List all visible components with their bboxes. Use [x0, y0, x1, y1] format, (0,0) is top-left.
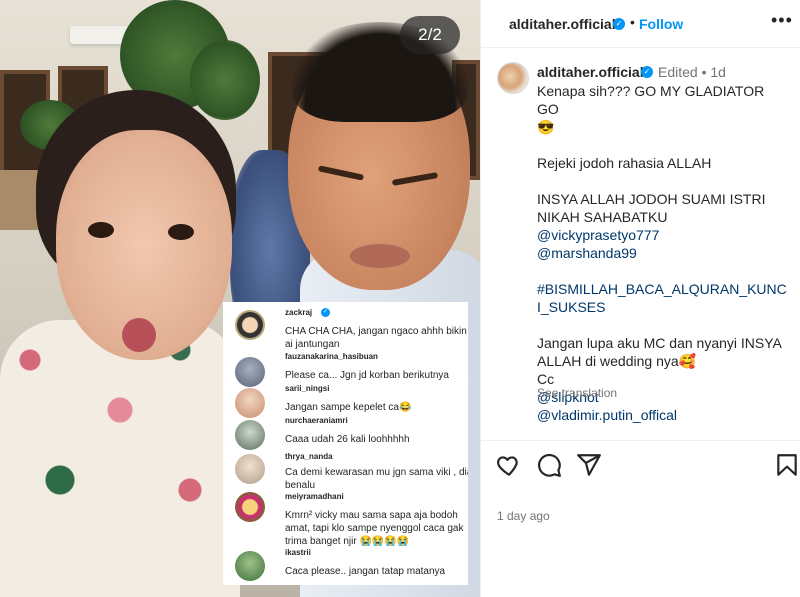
separator-dot: • [630, 14, 635, 30]
comment-button[interactable] [536, 452, 562, 478]
share-icon [577, 454, 601, 476]
commenter-avatar [235, 492, 265, 522]
commenter-avatar [235, 357, 265, 387]
bookmark-icon [777, 454, 797, 476]
heart-icon [497, 456, 518, 476]
caption-line: Jangan lupa aku MC dan nyanyi INSYA ALLA… [537, 335, 782, 369]
commenter-username: zackraj [285, 308, 313, 317]
comment-text: Caaa udah 26 kali loohhhhh [285, 434, 410, 445]
commenter-username: thrya_nanda [285, 452, 333, 461]
actions-divider [481, 440, 800, 441]
edited-timestamp: Edited • 1d [658, 64, 726, 80]
post-date[interactable]: 1 day ago [497, 509, 550, 523]
commenter-avatar [235, 310, 265, 340]
caption-line: Rejeki jodoh rahasia ALLAH [537, 155, 712, 171]
comment-text: Ca demi kewarasan mu jgn sama viki , dia… [285, 467, 468, 491]
verified-icon: ✓ [613, 18, 625, 30]
comment-icon [538, 453, 561, 477]
hashtag-link[interactable]: #BISMILLAH_BACA_ALQURAN_KUNCI_SUKSES [537, 280, 787, 316]
panel-divider [480, 0, 481, 597]
woman-floral-shirt [0, 320, 240, 597]
caption-line: INSYA ALLAH JODOH SUAMI ISTRI NIKAH SAHA… [537, 190, 787, 244]
commenter-avatar [235, 454, 265, 484]
mention-link[interactable]: @marshanda99 [537, 244, 787, 262]
header-username[interactable]: alditaher.official [509, 16, 616, 32]
caption-text: Kenapa sih??? GO MY GLADIATOR GO 😎 Rejek… [537, 82, 787, 424]
commenter-username: sarii_ningsi [285, 384, 330, 393]
mention-link[interactable]: @vickyprasetyo777 [537, 227, 659, 243]
mention-link[interactable]: @vladimir.putin_offical [537, 406, 787, 424]
commenter-username: fauzanakarina_hasibuan [285, 352, 378, 361]
media-counter-badge: 2/2 [400, 16, 460, 54]
share-button[interactable] [576, 452, 602, 478]
commenter-avatar [235, 388, 265, 418]
save-button[interactable] [774, 452, 800, 478]
woman-eye [88, 222, 114, 238]
woman-mouth [122, 318, 156, 352]
comment-text: CHA CHA CHA, jangan ngaco ahhh bikin ai … [285, 326, 467, 350]
comment-text: Jangan sampe kepelet ca😂 [285, 402, 412, 413]
comments-screenshot-overlay: zackraj ✓ CHA CHA CHA, jangan ngaco ahhh… [223, 302, 468, 585]
post-media[interactable]: 2/2 zackraj ✓ CHA CHA CHA, jangan ngaco … [0, 0, 480, 597]
caption-username[interactable]: alditaher.official [537, 64, 644, 80]
comment-text: Kmrn² vicky mau sama sapa aja bodoh amat… [285, 510, 464, 547]
caption-line: Kenapa sih??? GO MY GLADIATOR GO [537, 83, 765, 117]
more-icon[interactable]: ••• [771, 10, 793, 31]
follow-button[interactable]: Follow [639, 16, 683, 32]
caption-emoji: 😎 [537, 119, 555, 135]
woman-eye [168, 224, 194, 240]
commenter-username: nurchaeraniamri [285, 416, 348, 425]
caption-line-text: INSYA ALLAH JODOH SUAMI ISTRI NIKAH SAHA… [537, 191, 766, 225]
verified-icon: ✓ [641, 66, 653, 78]
commenter-avatar [235, 551, 265, 581]
commenter-username: ikastrii [285, 548, 311, 557]
post-header: alditaher.official ✓ • Follow ••• [481, 0, 800, 48]
comment-text: Caca please.. jangan tatap matanya [285, 566, 446, 577]
comment-text: Please ca... Jgn jd korban berikutnya [285, 370, 449, 381]
avatar[interactable] [497, 62, 529, 94]
background-plant [190, 40, 260, 120]
man-lips [350, 244, 410, 268]
commenter-avatar [235, 420, 265, 450]
see-translation-button[interactable]: See translation [537, 386, 617, 400]
commenter-username: meiyramadhani [285, 492, 344, 501]
verified-icon: ✓ [321, 308, 330, 317]
like-button[interactable] [496, 452, 522, 478]
